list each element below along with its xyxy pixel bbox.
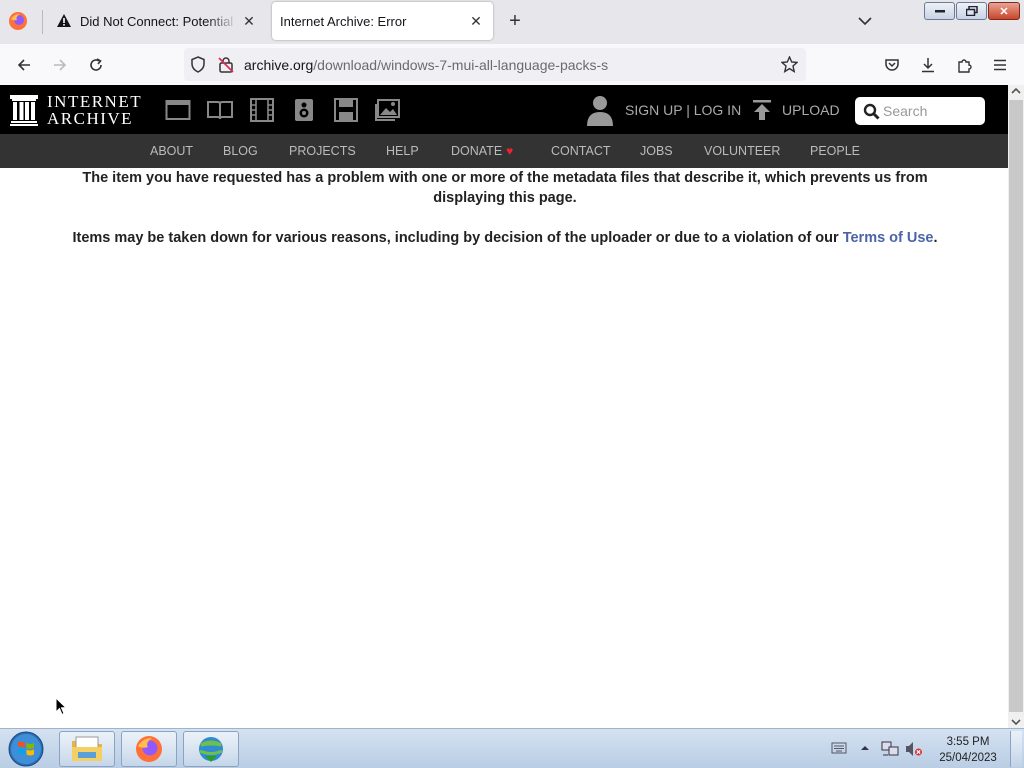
takedown-message: Items may be taken down for various reas… <box>20 228 990 248</box>
url-path: /download/windows-7-mui-all-language-pac… <box>313 57 609 73</box>
video-icon[interactable] <box>249 98 275 122</box>
tab-title: Internet Archive: Error <box>280 13 407 29</box>
logo-line-1: INTERNET <box>47 92 143 111</box>
tab-separator <box>42 10 43 34</box>
system-clock[interactable]: 3:55 PM 25/04/2023 <box>930 734 1006 766</box>
clock-time: 3:55 PM <box>946 736 990 748</box>
forward-arrow-icon <box>54 59 67 71</box>
extensions-button[interactable] <box>952 53 976 77</box>
start-button-icon[interactable] <box>6 731 46 767</box>
taskbar-firefox-button[interactable] <box>121 731 177 767</box>
navigation-toolbar: archive.org/download/windows-7-mui-all-l… <box>0 44 1024 85</box>
downloads-button[interactable] <box>916 53 940 77</box>
bookmark-star-icon[interactable] <box>781 56 798 73</box>
keyboard-icon[interactable] <box>831 741 847 755</box>
new-tab-button[interactable]: + <box>504 10 526 32</box>
upload-link[interactable]: UPLOAD <box>782 102 840 118</box>
list-all-tabs-icon[interactable] <box>854 10 876 32</box>
windows-taskbar: 3:55 PM 25/04/2023 <box>0 728 1024 768</box>
file-explorer-icon <box>72 736 102 761</box>
download-icon <box>922 58 934 73</box>
nav-contact[interactable]: CONTACT <box>551 144 611 158</box>
pocket-button[interactable] <box>880 53 904 77</box>
lock-insecure-icon[interactable] <box>218 56 234 73</box>
pocket-icon <box>885 59 899 71</box>
mouse-cursor-icon <box>55 697 67 716</box>
scroll-down-arrow-icon[interactable] <box>1011 718 1021 726</box>
hamburger-menu-icon <box>994 59 1006 71</box>
page-content: The item you have requested has a proble… <box>0 168 1008 728</box>
nav-about[interactable]: ABOUT <box>150 144 193 158</box>
show-hidden-icons-icon[interactable] <box>860 744 870 752</box>
tab-did-not-connect[interactable]: Did Not Connect: Potential Security Issu… <box>44 2 266 40</box>
volume-muted-icon[interactable] <box>905 741 923 757</box>
shield-icon[interactable] <box>190 56 206 73</box>
images-icon[interactable] <box>375 98 401 122</box>
nav-donate-label: DONATE <box>451 144 503 158</box>
search-input[interactable] <box>883 101 979 121</box>
heart-icon: ♥ <box>506 144 514 158</box>
scroll-up-arrow-icon[interactable] <box>1011 87 1021 95</box>
back-arrow-icon <box>17 59 30 71</box>
nav-donate[interactable]: DONATE ♥ <box>451 144 513 158</box>
tab-close-icon[interactable]: ✕ <box>465 13 487 30</box>
tab-close-icon[interactable]: ✕ <box>238 13 260 30</box>
logo-line-2: ARCHIVE <box>47 109 134 128</box>
user-avatar-icon[interactable] <box>586 94 614 126</box>
internet-archive-wordmark[interactable]: INTERNET ARCHIVE <box>47 93 142 127</box>
internet-download-manager-icon <box>199 737 223 762</box>
tab-strip: Did Not Connect: Potential Security Issu… <box>0 0 1024 44</box>
nav-volunteer[interactable]: VOLUNTEER <box>704 144 780 158</box>
address-bar[interactable]: archive.org/download/windows-7-mui-all-l… <box>184 48 806 81</box>
taskbar-explorer-button[interactable] <box>59 731 115 767</box>
nav-projects[interactable]: PROJECTS <box>289 144 356 158</box>
minimize-button[interactable] <box>924 2 955 20</box>
puzzle-icon <box>958 59 972 73</box>
nav-people[interactable]: PEOPLE <box>810 144 860 158</box>
audio-icon[interactable] <box>291 98 317 122</box>
warning-icon <box>57 14 71 27</box>
error-message: The item you have requested has a proble… <box>82 170 928 206</box>
takedown-suffix: . <box>933 230 938 246</box>
nav-blog[interactable]: BLOG <box>223 144 258 158</box>
web-icon[interactable] <box>165 98 191 122</box>
software-icon[interactable] <box>333 98 359 122</box>
search-box <box>855 97 985 125</box>
app-menu-button[interactable] <box>988 53 1012 77</box>
url-text[interactable]: archive.org/download/windows-7-mui-all-l… <box>244 57 608 73</box>
takedown-text: Items may be taken down for various reas… <box>72 230 843 246</box>
reload-icon <box>90 58 102 71</box>
scroll-thumb[interactable] <box>1009 100 1023 712</box>
clock-date: 25/04/2023 <box>939 752 997 764</box>
internet-archive-logo-icon[interactable] <box>10 95 38 126</box>
ia-secondary-nav: ABOUT BLOG PROJECTS HELP DONATE ♥ CONTACT… <box>0 134 1008 168</box>
nav-jobs[interactable]: JOBS <box>640 144 673 158</box>
nav-help[interactable]: HELP <box>386 144 419 158</box>
search-icon[interactable] <box>863 103 880 120</box>
show-desktop-button[interactable] <box>1010 731 1022 767</box>
page-scrollbar[interactable] <box>1008 85 1024 728</box>
reload-button[interactable] <box>84 53 108 77</box>
forward-button[interactable] <box>48 53 72 77</box>
taskbar-idm-button[interactable] <box>183 731 239 767</box>
firefox-icon[interactable] <box>8 11 28 31</box>
url-host: archive.org <box>244 57 314 73</box>
upload-icon[interactable] <box>752 99 772 121</box>
back-button[interactable] <box>12 53 36 77</box>
firefox-icon <box>136 736 162 762</box>
texts-icon[interactable] <box>207 98 233 122</box>
ia-top-bar: INTERNET ARCHIVE SIGN UP | LOG IN UPLOAD <box>0 85 1008 134</box>
network-icon[interactable] <box>881 741 899 757</box>
tab-title: Did Not Connect: Potential Security Issu… <box>80 13 238 29</box>
close-window-button[interactable]: ✕ <box>988 2 1020 20</box>
signup-login-link[interactable]: SIGN UP | LOG IN <box>625 102 741 118</box>
tab-internet-archive-error[interactable]: Internet Archive: Error ✕ <box>272 2 493 40</box>
terms-of-use-link[interactable]: Terms of Use <box>843 230 934 246</box>
restore-button[interactable] <box>956 2 987 20</box>
window-controls: ✕ <box>924 2 1020 22</box>
